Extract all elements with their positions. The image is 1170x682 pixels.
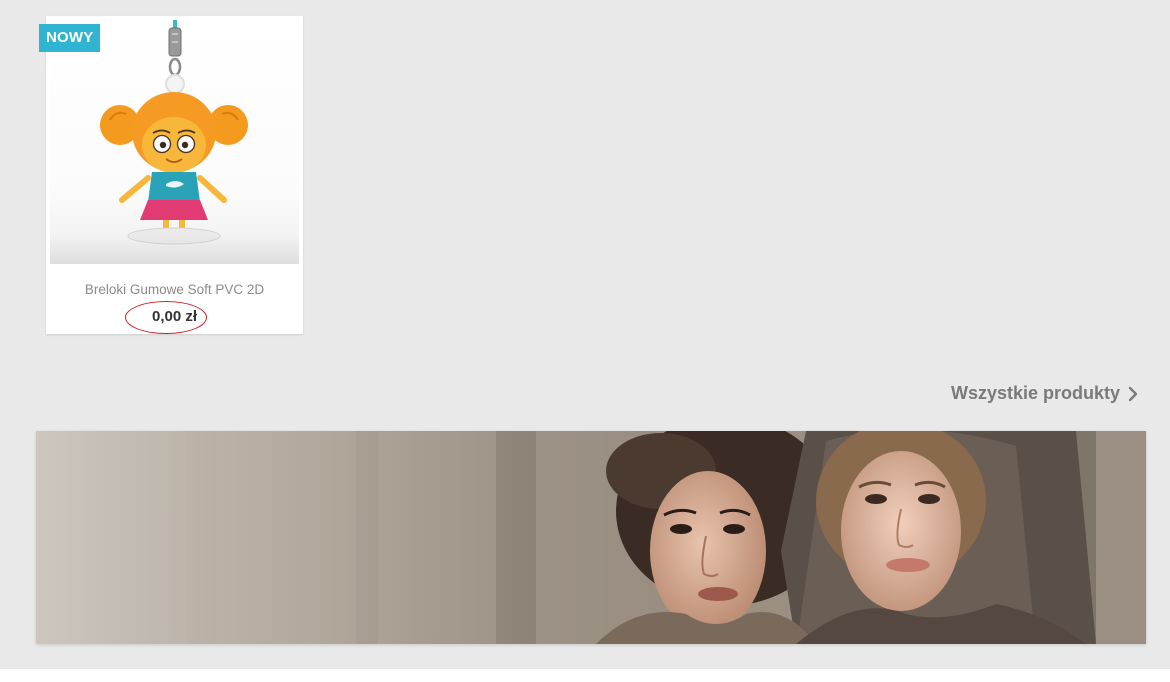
product-title[interactable]: Breloki Gumowe Soft PVC 2D [46,282,303,297]
product-card[interactable]: NOWY Breloki Gumowe Soft PVC 2D 0,00 zł [39,16,303,334]
product-price: 0,00 zł [151,308,198,325]
banner-photo-two-women [36,431,1146,644]
keychain-figure-illustration [100,20,248,245]
new-badge: NOWY [39,24,101,52]
chevron-right-icon [1126,386,1140,402]
all-products-label: Wszystkie produkty [950,383,1120,403]
all-products-link[interactable]: Wszystkie produkty [951,383,1140,404]
promo-banner[interactable] [36,431,1146,644]
product-image[interactable] [50,20,299,264]
image-floor-shadow [50,234,299,264]
